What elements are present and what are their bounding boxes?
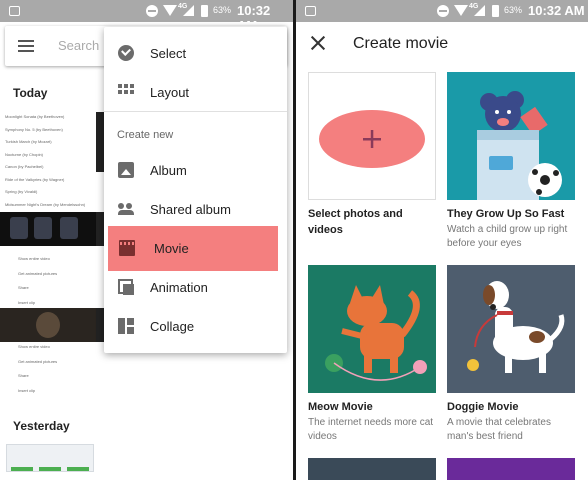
- menu-item-label: Collage: [150, 319, 195, 334]
- menu-item-select[interactable]: Select: [104, 34, 287, 72]
- menu-item-label: Album: [150, 163, 187, 178]
- media-action[interactable]: Insert clip: [18, 388, 35, 393]
- photo-card[interactable]: [6, 444, 94, 472]
- menu-item-label: Animation: [150, 280, 208, 295]
- video-thumbnail-2[interactable]: [0, 308, 96, 342]
- status-bar: 4G 63% 10:32 AM: [0, 0, 293, 33]
- yesterday-heading: Yesterday: [13, 419, 70, 433]
- create-movie-screen: 4G 63% 10:32 AM Create movie Select phot…: [296, 0, 588, 480]
- plus-icon: [319, 110, 425, 168]
- signal-icon: [183, 5, 194, 16]
- media-action[interactable]: Share: [18, 285, 29, 290]
- track-item[interactable]: Midsummer Night's Dream (by Mendelssohn): [5, 202, 85, 207]
- status-bar: 4G 63% 10:32 AM: [296, 0, 588, 22]
- video-thumbnail[interactable]: [0, 212, 96, 246]
- check-circle-icon: [118, 45, 134, 61]
- media-action[interactable]: Insert clip: [18, 300, 35, 305]
- today-heading: Today: [13, 86, 48, 100]
- wifi-icon: [163, 5, 177, 16]
- media-action[interactable]: Show entire video: [18, 344, 50, 349]
- close-icon[interactable]: [310, 35, 326, 51]
- search-input[interactable]: Search: [58, 38, 99, 53]
- battery-icon: [201, 5, 208, 17]
- menu-item-label: Select: [150, 46, 187, 61]
- signal-icon: [474, 5, 485, 16]
- menu-item-label: Shared album: [150, 202, 231, 217]
- doggie-movie-tile[interactable]: [447, 265, 575, 393]
- tile-title: They Grow Up So Fast: [447, 208, 565, 220]
- media-action[interactable]: Share: [18, 373, 29, 378]
- menu-item-label: Movie: [154, 241, 189, 256]
- battery-percent: 63%: [504, 5, 523, 15]
- clock: 10:32 AM: [528, 3, 585, 18]
- track-item[interactable]: Moonlight Sonata (by Beethoven): [5, 114, 64, 119]
- menu-item-animation[interactable]: Animation: [104, 268, 287, 306]
- media-action[interactable]: Get animated pictures: [18, 271, 57, 276]
- movie-tile-partial[interactable]: [447, 458, 575, 480]
- battery-percent: 63%: [213, 5, 232, 15]
- dog-illustration: [467, 281, 565, 373]
- menu-divider: [104, 111, 287, 112]
- menu-item-album[interactable]: Album: [104, 151, 287, 189]
- photo-album-icon: [118, 162, 134, 178]
- gallery-notification-icon: [9, 6, 20, 16]
- gallery-notification-icon: [305, 6, 316, 16]
- create-new-header: Create new: [117, 129, 174, 141]
- grow-up-tile[interactable]: [447, 72, 575, 200]
- wifi-icon: [454, 5, 468, 16]
- do-not-disturb-icon: [437, 5, 449, 17]
- track-item[interactable]: Canon (by Pachelbel): [5, 164, 43, 169]
- hamburger-menu-icon[interactable]: [18, 40, 34, 52]
- tile-title: Select photos and videos: [308, 208, 403, 236]
- movie-icon: [119, 240, 135, 256]
- cat-illustration: [325, 285, 427, 381]
- people-icon: [118, 201, 134, 217]
- tile-subtitle: The internet needs more cat videos: [308, 417, 434, 442]
- tile-title: Doggie Movie: [447, 401, 519, 413]
- menu-item-layout[interactable]: Layout: [104, 73, 287, 111]
- tile-subtitle: Watch a child grow up right before your …: [447, 224, 568, 249]
- track-item[interactable]: Turkish March (by Mozart): [5, 139, 52, 144]
- menu-item-collage[interactable]: Collage: [104, 307, 287, 345]
- media-action[interactable]: Show entire video: [18, 256, 50, 261]
- grid-icon: [118, 84, 134, 100]
- app-bar: Create movie: [296, 22, 588, 66]
- menu-item-shared-album[interactable]: Shared album: [104, 190, 287, 228]
- battery-icon: [492, 5, 499, 17]
- track-item[interactable]: Nocturne (by Chopin): [5, 152, 43, 157]
- photos-screen: 4G 63% 10:32 AM Search Today Moonlight S…: [0, 0, 293, 480]
- media-action[interactable]: Get animated pictures: [18, 359, 57, 364]
- tile-subtitle: A movie that celebrates man's best frien…: [447, 417, 551, 442]
- track-item[interactable]: Ride of the Valkyries (by Wagner): [5, 177, 64, 182]
- track-item[interactable]: Spring (by Vivaldi): [5, 189, 37, 194]
- track-item[interactable]: Symphony No. 5 (by Beethoven): [5, 127, 63, 132]
- collage-icon: [118, 318, 134, 334]
- teddy-bear-illustration: [477, 91, 562, 200]
- menu-item-movie[interactable]: Movie: [108, 226, 278, 271]
- tile-title: Meow Movie: [308, 401, 373, 413]
- select-photos-tile[interactable]: [308, 72, 436, 200]
- overflow-menu: Select Layout Create new Album Shared al…: [104, 27, 287, 353]
- page-title: Create movie: [353, 35, 449, 52]
- animation-icon: [118, 279, 134, 295]
- movie-tile-partial[interactable]: [308, 458, 436, 480]
- meow-movie-tile[interactable]: [308, 265, 436, 393]
- menu-item-label: Layout: [150, 85, 190, 100]
- do-not-disturb-icon: [146, 5, 158, 17]
